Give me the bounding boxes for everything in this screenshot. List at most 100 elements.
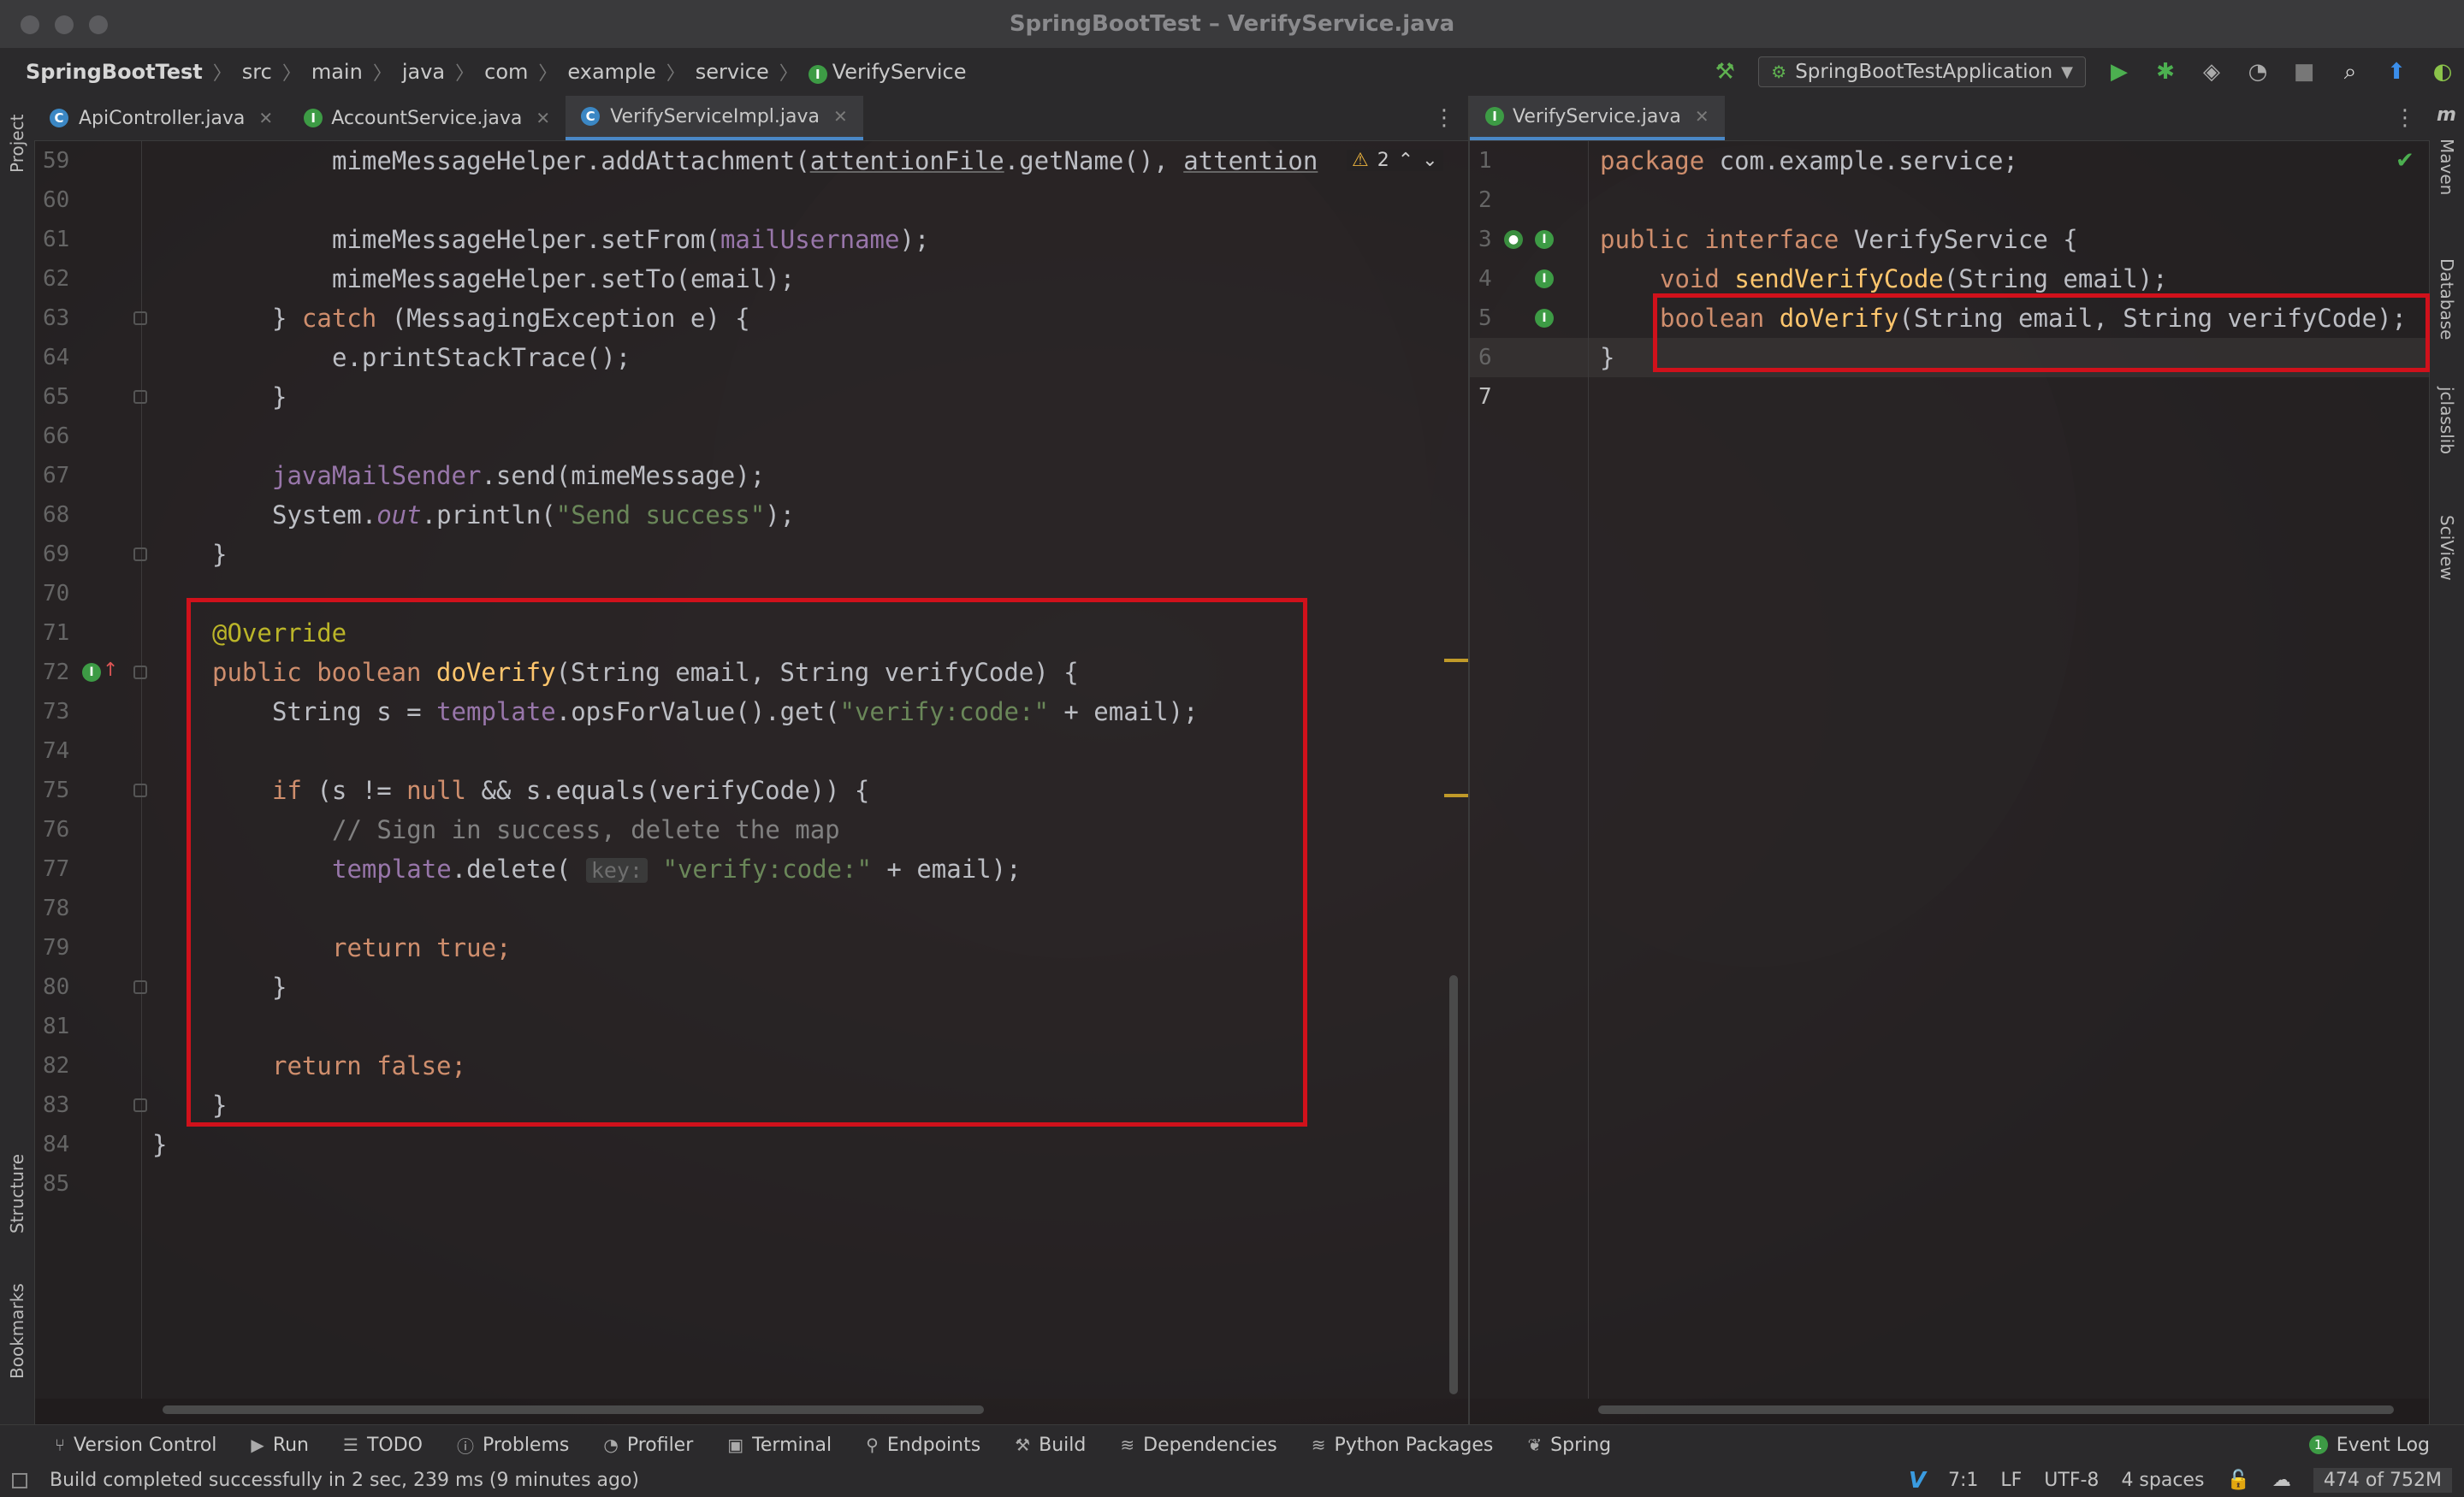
structure-tool-button[interactable]: Structure <box>7 1154 27 1234</box>
chevron-right-icon: 〉 <box>212 63 232 85</box>
run-icon[interactable]: ▶ <box>2106 59 2132 85</box>
fold-icon[interactable] <box>133 1098 147 1112</box>
fold-icon[interactable] <box>133 390 147 404</box>
implemented-icon[interactable]: I <box>1535 269 1554 288</box>
breadcrumb-src[interactable]: src <box>237 60 277 84</box>
horizontal-scrollbar[interactable] <box>163 1405 984 1414</box>
chevron-down-icon[interactable]: ⌄ <box>1422 150 1437 171</box>
close-icon[interactable]: ✕ <box>1695 106 1709 127</box>
tab-apicontroller[interactable]: C ApiController.java ✕ <box>34 96 288 140</box>
editor-splitter[interactable] <box>1468 96 1470 1424</box>
close-window-button[interactable] <box>21 15 39 34</box>
tab-verifyserviceimpl[interactable]: C VerifyServiceImpl.java ✕ <box>566 96 863 140</box>
tool-dependencies[interactable]: ≋ Dependencies <box>1103 1435 1294 1456</box>
fold-icon[interactable] <box>133 666 147 679</box>
tool-endpoints[interactable]: ⚲ Endpoints <box>849 1435 998 1456</box>
memory-indicator[interactable]: 474 of 752M <box>2313 1468 2452 1493</box>
line-number: 2 <box>1478 187 1492 213</box>
code-token: ); <box>899 225 930 254</box>
tab-verifyservice[interactable]: I VerifyService.java ✕ <box>1470 96 1725 140</box>
toggle-tool-windows-icon[interactable] <box>12 1472 27 1488</box>
fold-icon[interactable] <box>133 980 147 994</box>
vertical-scrollbar[interactable] <box>1449 975 1458 1394</box>
indent-setting[interactable]: 4 spaces <box>2121 1470 2204 1491</box>
line-separator[interactable]: LF <box>2000 1470 2022 1491</box>
fold-icon[interactable] <box>133 311 147 325</box>
tool-todo[interactable]: ☰ TODO <box>326 1435 440 1456</box>
profile-icon[interactable]: ◔ <box>2245 59 2271 85</box>
tool-python-packages[interactable]: ≋ Python Packages <box>1294 1435 1511 1456</box>
code-token: mailUsername <box>720 225 900 254</box>
build-hammer-icon[interactable]: ⚒ <box>1712 59 1738 85</box>
bookmarks-tool-button[interactable]: Bookmarks <box>7 1283 27 1379</box>
tabs-menu-icon[interactable]: ⋮ <box>1419 96 1469 140</box>
debug-bug-icon[interactable]: ✱ <box>2153 59 2178 85</box>
implemented-icon[interactable]: I <box>1535 309 1554 328</box>
code-token: package <box>1600 146 1705 175</box>
tool-version-control[interactable]: ⑂ Version Control <box>0 1435 234 1456</box>
file-encoding[interactable]: UTF-8 <box>2044 1470 2099 1491</box>
plugin-icon[interactable]: ◐ <box>2430 59 2455 85</box>
tool-build[interactable]: ⚒ Build <box>998 1435 1103 1456</box>
close-icon[interactable]: ✕ <box>536 108 550 128</box>
tabs-menu-icon[interactable]: ⋮ <box>2380 96 2430 140</box>
tab-accountservice[interactable]: I AccountService.java ✕ <box>288 96 566 140</box>
coverage-icon[interactable]: ◈ <box>2199 59 2224 85</box>
code-line-61: mimeMessageHelper.setFrom(mailUsername); <box>332 220 929 259</box>
breadcrumb-project[interactable]: SpringBootTest <box>21 60 208 84</box>
error-stripe-marker[interactable] <box>1444 794 1468 797</box>
tool-terminal[interactable]: ▣ Terminal <box>710 1435 849 1456</box>
search-icon[interactable]: ⌕ <box>2337 59 2363 85</box>
chevron-up-icon[interactable]: ⌃ <box>1398 150 1413 171</box>
breadcrumb-com[interactable]: com <box>479 60 533 84</box>
project-tool-button[interactable]: Project <box>7 115 27 173</box>
status-message[interactable]: Build completed successfully in 2 sec, 2… <box>50 1470 639 1491</box>
horizontal-scrollbar[interactable] <box>1598 1405 2394 1414</box>
interface-icon: I <box>304 109 323 127</box>
error-stripe-marker[interactable] <box>1444 659 1468 662</box>
run-configuration-select[interactable]: ⚙ SpringBootTestApplication ▼ <box>1758 56 2086 87</box>
arrow-up-icon[interactable]: ↑ <box>103 660 118 681</box>
window-controls[interactable] <box>21 15 108 34</box>
maven-tool-button[interactable]: Maven <box>2437 139 2457 195</box>
tool-spring[interactable]: ❦ Spring <box>1510 1435 1628 1456</box>
inspection-widget[interactable]: ⚠ 2 ⌃ ⌄ <box>1347 150 1443 171</box>
caret-position[interactable]: 7:1 <box>1948 1470 1978 1491</box>
close-icon[interactable]: ✕ <box>833 106 848 127</box>
tool-event-log[interactable]: 1 Event Log <box>2292 1435 2464 1456</box>
line-number: 5 <box>1478 305 1492 331</box>
cloud-icon[interactable]: ☁ <box>2272 1470 2291 1491</box>
jclasslib-tool-button[interactable]: jclasslib <box>2437 387 2457 454</box>
implemented-icon[interactable]: I <box>1535 230 1554 249</box>
close-icon[interactable]: ✕ <box>258 108 273 128</box>
line-number: 4 <box>1478 266 1492 292</box>
lock-icon[interactable]: 🔓 <box>2226 1470 2249 1491</box>
code-token: void <box>1660 264 1735 293</box>
tool-label: Endpoints <box>886 1434 981 1456</box>
sciview-tool-button[interactable]: SciView <box>2437 515 2457 581</box>
breadcrumb-verifyservice[interactable]: I VerifyService <box>803 60 972 84</box>
line-number: 68 <box>43 502 70 528</box>
tool-profiler[interactable]: ◔ Profiler <box>586 1435 710 1456</box>
vim-icon[interactable]: V <box>1909 1468 1926 1494</box>
fold-icon[interactable] <box>133 784 147 797</box>
minimize-window-button[interactable] <box>55 15 74 34</box>
code-token: public interface <box>1600 225 1839 254</box>
stop-icon[interactable]: ■ <box>2291 59 2317 85</box>
tool-problems[interactable]: ⓘ Problems <box>440 1433 586 1458</box>
breadcrumb-example[interactable]: example <box>562 60 660 84</box>
implements-icon[interactable]: I <box>82 663 101 682</box>
breadcrumb-service[interactable]: service <box>690 60 774 84</box>
line-number: 7 <box>1478 384 1492 410</box>
tool-run[interactable]: ▶ Run <box>234 1435 326 1456</box>
database-tool-button[interactable]: Database <box>2437 258 2457 340</box>
breadcrumb-main[interactable]: main <box>306 60 368 84</box>
chevron-right-icon: 〉 <box>281 63 301 85</box>
maven-icon[interactable]: m <box>2437 104 2456 126</box>
spring-bean-icon[interactable]: ● <box>1504 230 1523 249</box>
update-icon[interactable]: ⬆ <box>2384 59 2409 85</box>
breadcrumb-java[interactable]: java <box>397 60 450 84</box>
line-number: 6 <box>1478 345 1492 370</box>
zoom-window-button[interactable] <box>89 15 108 34</box>
fold-icon[interactable] <box>133 547 147 561</box>
